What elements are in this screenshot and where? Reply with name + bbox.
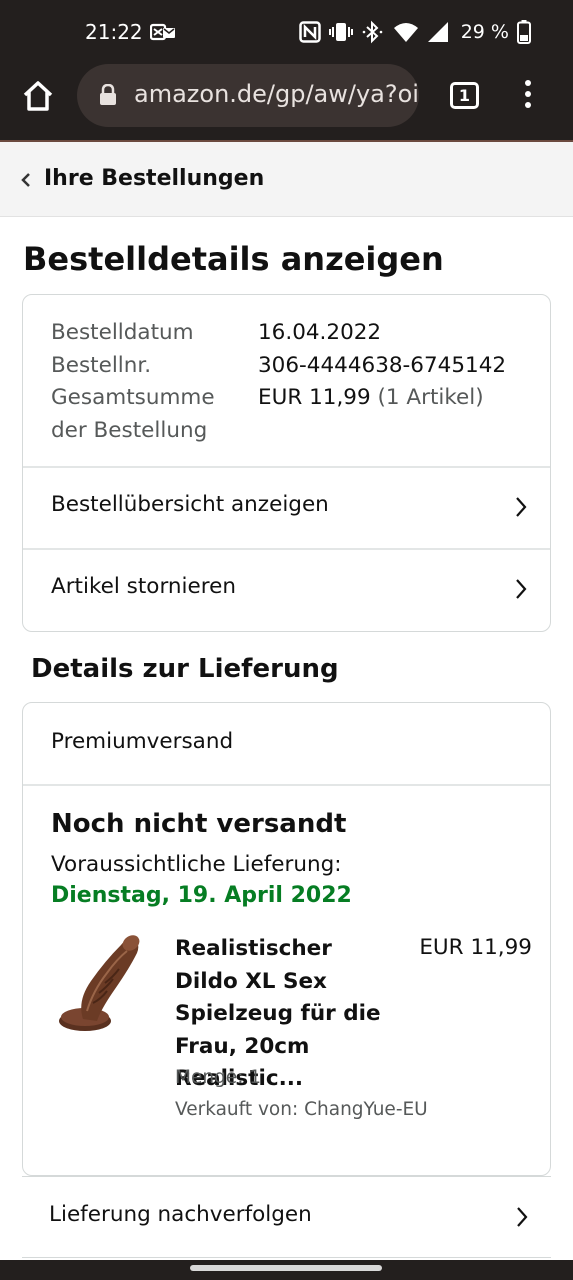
order-total-amount: EUR 11,99	[258, 385, 371, 410]
order-number-row: Bestellnr. 306-4444638-6745142	[51, 350, 506, 383]
cancel-items-label[interactable]: Artikel stornieren	[51, 574, 236, 599]
battery-icon	[517, 20, 531, 44]
order-item-count: (1 Artikel)	[377, 385, 484, 410]
view-order-summary-label[interactable]: Bestellübersicht anzeigen	[51, 492, 329, 517]
order-number-label: Bestellnr.	[51, 352, 152, 378]
order-total-label-continued: der Bestellung	[51, 415, 215, 448]
order-date-label: Bestelldatum	[51, 320, 194, 345]
delivery-card: Premiumversand Noch nicht versandt Vorau…	[22, 702, 551, 1176]
home-gesture-handle[interactable]	[190, 1265, 382, 1271]
system-navigation-bar	[0, 1260, 573, 1280]
bluetooth-icon	[361, 20, 385, 44]
order-summary-card: Bestelldatum 16.04.2022 Bestellnr. 306-4…	[22, 294, 551, 632]
nfc-icon	[298, 21, 321, 43]
battery-percent: 29 %	[460, 21, 509, 43]
notification-icon	[150, 22, 176, 42]
vibrate-icon	[328, 21, 353, 43]
chevron-right-icon[interactable]	[514, 495, 528, 523]
order-total-label-line2: der Bestellung	[51, 417, 208, 443]
product-price: EUR 11,99	[419, 935, 532, 960]
lock-icon[interactable]	[99, 83, 117, 110]
order-info: Bestelldatum 16.04.2022 Bestellnr. 306-4…	[51, 317, 506, 448]
shipping-method: Premiumversand	[51, 729, 234, 754]
divider	[23, 784, 550, 786]
more-menu-icon[interactable]	[522, 80, 534, 112]
tabs-icon[interactable]: 1	[450, 82, 479, 109]
delivery-section-title: Details zur Lieferung	[31, 654, 339, 684]
order-date-row: Bestelldatum 16.04.2022	[51, 317, 381, 350]
chevron-right-icon[interactable]	[515, 1205, 529, 1233]
page-title: Bestelldetails anzeigen	[23, 240, 444, 278]
order-total-row: Gesamtsumme EUR 11,99 (1 Artikel)	[51, 382, 484, 415]
signal-icon	[427, 21, 449, 43]
url-text[interactable]: amazon.de/gp/aw/ya?oi	[134, 80, 419, 108]
browser-toolbar: amazon.de/gp/aw/ya?oi 1	[0, 64, 573, 142]
status-bar: 21:22 29 %	[0, 0, 573, 64]
wifi-icon	[393, 21, 419, 43]
cancel-items-link[interactable]: Artikel stornieren	[23, 549, 550, 631]
url-bar[interactable]: amazon.de/gp/aw/ya?oi	[77, 64, 419, 127]
view-order-summary-link[interactable]: Bestellübersicht anzeigen	[23, 467, 550, 549]
back-link-orders[interactable]: Ihre Bestellungen	[44, 166, 264, 191]
order-number-value: 306-4444638-6745142	[258, 352, 507, 378]
eta-date: Dienstag, 19. April 2022	[51, 883, 352, 908]
product-quantity: Menge: 1	[175, 1067, 262, 1088]
chevron-right-icon[interactable]	[514, 577, 528, 605]
home-icon[interactable]	[20, 78, 56, 114]
eta-label: Voraussichtliche Lieferung:	[51, 852, 342, 877]
product-image[interactable]	[53, 931, 149, 1039]
track-delivery-link[interactable]: Lieferung nachverfolgen	[22, 1176, 551, 1258]
shipment-status: Noch nicht versandt	[51, 809, 347, 839]
product-seller: Verkauft von: ChangYue-EU	[175, 1099, 428, 1120]
status-time: 21:22	[85, 20, 143, 44]
track-delivery-label[interactable]: Lieferung nachverfolgen	[49, 1202, 312, 1227]
back-navigation[interactable]: Ihre Bestellungen	[0, 142, 573, 217]
chevron-left-icon[interactable]	[20, 171, 32, 193]
order-date-value: 16.04.2022	[258, 320, 382, 345]
status-icons: 29 %	[298, 18, 531, 46]
order-total-value: EUR 11,99 (1 Artikel)	[258, 382, 484, 415]
order-total-label: Gesamtsumme	[51, 385, 215, 410]
